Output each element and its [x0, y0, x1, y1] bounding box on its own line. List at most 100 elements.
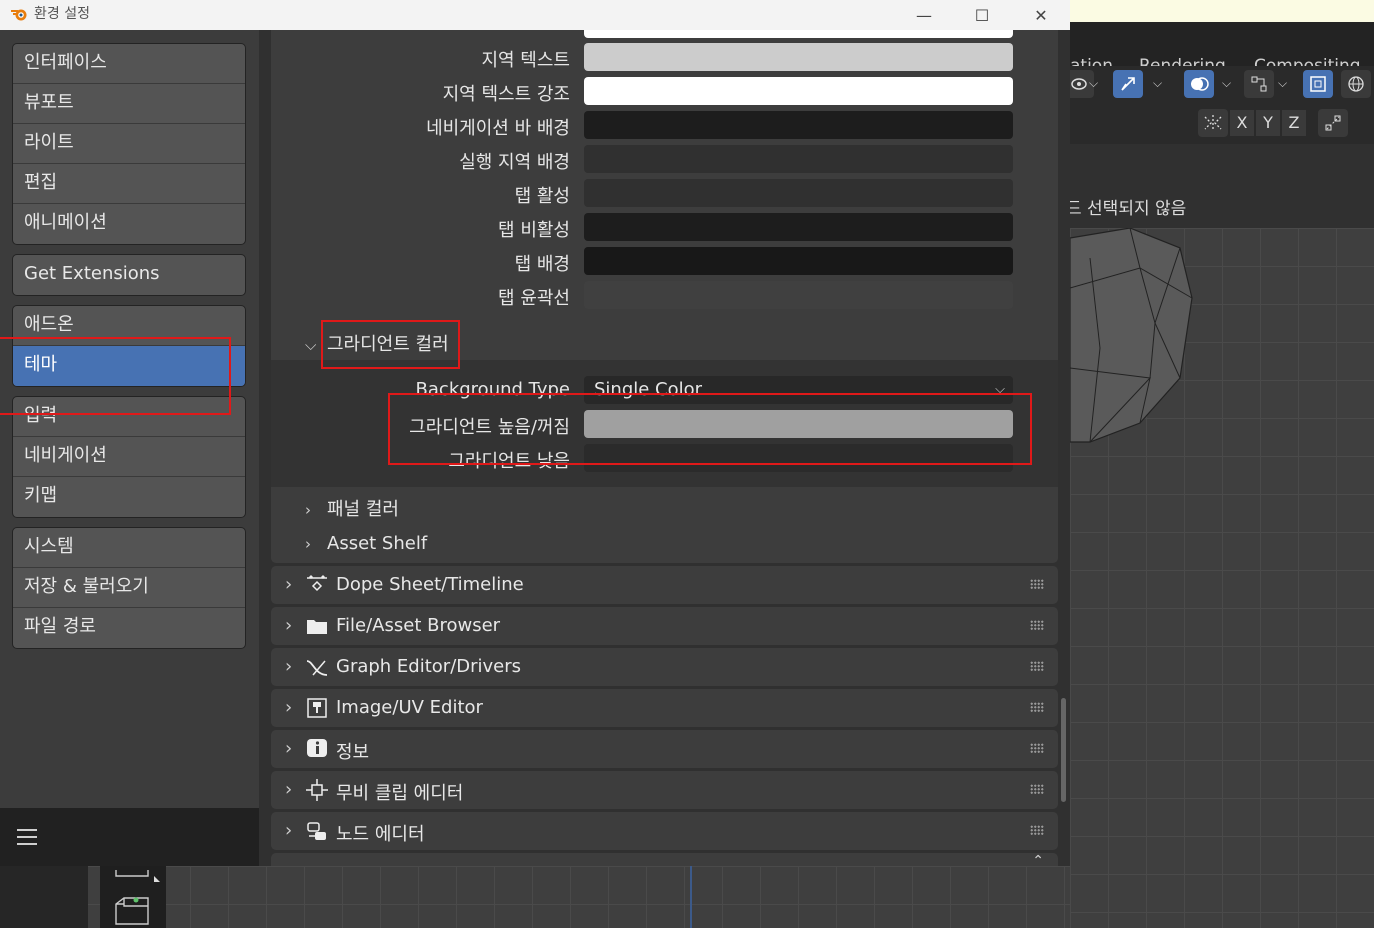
close-button[interactable]: ✕	[1018, 0, 1064, 30]
theme-row-label: 네비게이션 바 배경	[426, 118, 570, 139]
chevron-down-icon[interactable]: ⌵	[1222, 76, 1231, 91]
image-editor-icon	[307, 698, 327, 718]
panel-clipped[interactable]: ⌃	[271, 853, 1058, 866]
minimize-button[interactable]: —	[901, 0, 947, 30]
minimize-icon: —	[916, 5, 932, 25]
theme-row: 실행 지역 배경	[271, 145, 1058, 175]
panel-node-editor[interactable]: › 노드 에디터	[271, 812, 1058, 850]
3d-viewport[interactable]	[1069, 227, 1374, 928]
content-scrollbar[interactable]	[1061, 698, 1066, 802]
graph-editor-icon	[306, 660, 328, 676]
asset-shelf-title: Asset Shelf	[327, 533, 428, 554]
timeline-playhead[interactable]	[690, 866, 692, 928]
mirror-icon[interactable]	[1198, 109, 1228, 137]
folder-icon	[307, 620, 327, 634]
sidebar-item-themes[interactable]: 테마	[13, 346, 245, 386]
sidebar-item-save-load[interactable]: 저장 & 불러오기	[13, 568, 245, 608]
gradient-colors-header[interactable]: ⌵ 그라디언트 컬러	[305, 330, 449, 356]
chevron-down-icon[interactable]: ⌵	[1089, 76, 1098, 91]
gradient-high-row: 그라디언트 높음/꺼짐	[271, 410, 1058, 440]
drag-handle-icon[interactable]	[1030, 702, 1044, 712]
color-swatch[interactable]	[584, 213, 1013, 241]
sidebar-item-lights[interactable]: 라이트	[13, 124, 245, 164]
hamburger-menu-icon[interactable]	[12, 822, 42, 852]
overlays-icon[interactable]	[1184, 70, 1214, 98]
sidebar-item-keymap[interactable]: 키맵	[13, 477, 245, 517]
theme-settings-content[interactable]: 지역 텍스트 지역 텍스트 강조 네비게이션 바 배경 실행 지역 배경 탭 활…	[259, 30, 1070, 866]
panel-colors-header[interactable]: › 패널 컬러	[305, 495, 399, 521]
panel-image-editor[interactable]: › Image/UV Editor	[271, 689, 1058, 727]
color-swatch[interactable]	[584, 111, 1013, 139]
sidebar-item-file-paths[interactable]: 파일 경로	[13, 608, 245, 648]
color-swatch[interactable]	[584, 145, 1013, 173]
gizmo-icon[interactable]	[1113, 70, 1143, 98]
drag-handle-icon[interactable]	[1030, 620, 1044, 630]
sidebar-item-get-extensions[interactable]: Get Extensions	[13, 255, 245, 295]
chevron-down-icon: ⌵	[305, 336, 317, 354]
drag-handle-icon[interactable]	[1030, 661, 1044, 671]
chevron-right-icon: ›	[285, 738, 293, 759]
chevron-up-icon[interactable]: ⌃	[1032, 853, 1044, 866]
gradient-colors-subpanel: Background Type Single Color ⌵ 그라디언트 높음/…	[271, 360, 1058, 487]
dopesheet-icon	[307, 575, 327, 592]
panel-colors-title: 패널 컬러	[327, 499, 399, 520]
background-type-dropdown[interactable]: Single Color ⌵	[584, 376, 1013, 404]
workspace-tabs-bar: ation Rendering Compositing	[1070, 22, 1374, 76]
xray-icon[interactable]	[1303, 70, 1333, 98]
window-titlebar: 환경 설정 — ☐ ✕	[0, 0, 1070, 30]
background-type-value: Single Color	[594, 379, 703, 400]
color-swatch[interactable]	[584, 281, 1013, 309]
theme-row: 탭 활성	[271, 179, 1058, 209]
sidebar-item-input[interactable]: 입력	[13, 397, 245, 437]
axis-x-button[interactable]: X	[1230, 110, 1254, 136]
panel-movie-clip[interactable]: › 무비 클립 에디터	[271, 771, 1058, 809]
panel-label: 노드 에디터	[336, 824, 425, 845]
gradient-high-label: 그라디언트 높음/꺼짐	[409, 417, 570, 438]
gradient-high-swatch[interactable]	[584, 410, 1013, 438]
panel-label: Graph Editor/Drivers	[336, 656, 522, 677]
snapping-icon[interactable]	[1244, 70, 1274, 98]
sidebar-item-navigation[interactable]: 네비게이션	[13, 437, 245, 477]
panel-info[interactable]: › 정보	[271, 730, 1058, 768]
asset-shelf-header[interactable]: › Asset Shelf	[305, 533, 427, 554]
color-swatch[interactable]	[584, 77, 1013, 105]
drag-handle-icon[interactable]	[1030, 784, 1044, 794]
sidebar-item-system[interactable]: 시스템	[13, 528, 245, 568]
sidebar-item-editing[interactable]: 편집	[13, 164, 245, 204]
sidebar-item-addons[interactable]: 애드온	[13, 306, 245, 346]
sidebar-item-animation[interactable]: 애니메이션	[13, 204, 245, 244]
panel-graph-editor[interactable]: › Graph Editor/Drivers	[271, 648, 1058, 686]
axis-z-button[interactable]: Z	[1282, 110, 1306, 136]
gradient-low-row: 그라디언트 낮음	[271, 444, 1058, 474]
transform-icon[interactable]	[1318, 109, 1348, 137]
color-swatch[interactable]	[584, 179, 1013, 207]
maximize-button[interactable]: ☐	[959, 0, 1005, 30]
panel-label: Image/UV Editor	[336, 697, 483, 718]
axis-y-button[interactable]: Y	[1256, 110, 1280, 136]
theme-row: 네비게이션 바 배경	[271, 111, 1058, 141]
panel-dope-sheet[interactable]: › Dope Sheet/Timeline	[271, 566, 1058, 604]
color-swatch[interactable]	[584, 43, 1013, 71]
wireframe-shading-icon[interactable]	[1341, 70, 1371, 98]
mesh-object	[1069, 227, 1193, 443]
theme-row: 지역 텍스트 강조	[271, 77, 1058, 107]
color-swatch[interactable]	[584, 247, 1013, 275]
drag-handle-icon[interactable]	[1030, 743, 1044, 753]
theme-row-label: 실행 지역 배경	[459, 152, 570, 173]
theme-row-label: 탭 비활성	[498, 220, 570, 241]
gradient-low-swatch[interactable]	[584, 444, 1013, 472]
theme-row-label: 지역 텍스트	[481, 50, 570, 71]
tool-icons[interactable]	[100, 866, 166, 928]
drag-handle-icon[interactable]	[1030, 825, 1044, 835]
drag-handle-icon[interactable]	[1030, 579, 1044, 589]
chevron-down-icon[interactable]: ⌵	[1278, 76, 1287, 91]
close-icon: ✕	[1034, 5, 1048, 25]
sidebar-item-interface[interactable]: 인터페이스	[13, 44, 245, 84]
chevron-right-icon: ›	[285, 697, 293, 718]
chevron-right-icon: ›	[305, 535, 311, 553]
panel-file-browser[interactable]: › File/Asset Browser	[271, 607, 1058, 645]
color-swatch-clipped[interactable]	[584, 30, 1013, 38]
sidebar-footer	[0, 808, 259, 866]
chevron-down-icon[interactable]: ⌵	[1153, 76, 1162, 91]
sidebar-item-viewport[interactable]: 뷰포트	[13, 84, 245, 124]
